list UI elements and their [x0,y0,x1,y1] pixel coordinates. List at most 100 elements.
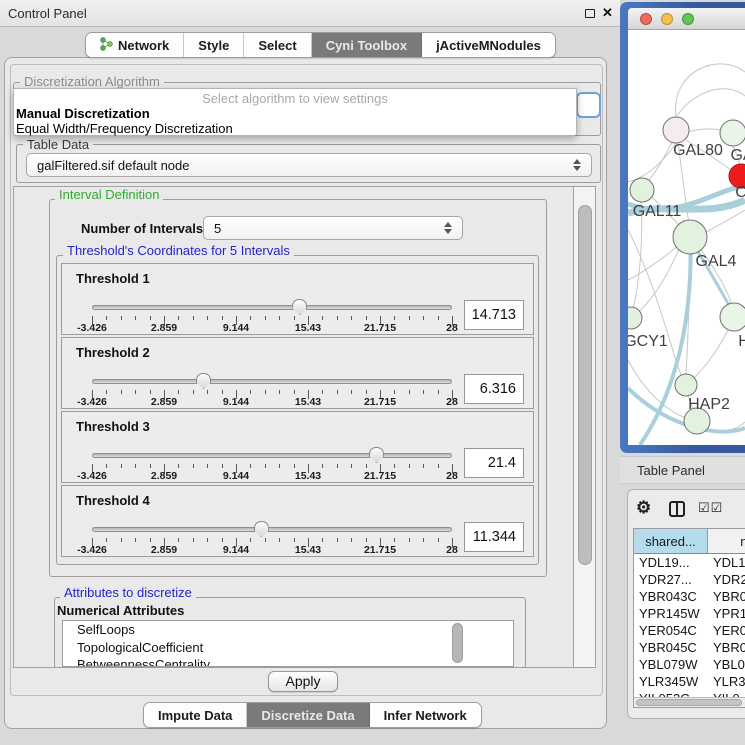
table-row[interactable]: YER054CYER0 [634,622,745,639]
slider-tick [322,316,323,320]
bottom-tab-label: Infer Network [384,708,467,723]
slider-tick-label: 28 [446,470,458,482]
table-row[interactable]: YPR145WYPR1 [634,605,745,622]
table-row[interactable]: YBR043CYBR0 [634,588,745,605]
bottom-tab-infer-network[interactable]: Infer Network [370,703,481,727]
slider-tick [351,538,352,542]
threshold-slider-thumb[interactable] [292,299,307,315]
vertical-scrollbar-thumb[interactable] [578,205,592,565]
close-icon[interactable]: ✕ [602,5,613,21]
network-edge[interactable] [646,142,672,183]
table-column-header[interactable]: na [708,529,745,553]
slider-tick [178,316,179,320]
mac-minimize-icon[interactable] [661,13,673,25]
slider-tick [135,538,136,542]
slider-tick [337,316,338,320]
network-node[interactable] [673,220,707,254]
table-row[interactable]: YDR27...YDR2 [634,571,745,588]
table-header-row: shared...na [634,529,745,554]
tab-select[interactable]: Select [244,33,311,57]
table-cell: YLR3 [708,673,745,690]
number-of-intervals-combobox[interactable]: 5 [203,216,463,240]
algorithm-dropdown-popup: Select algorithm to view settings Manual… [13,88,577,136]
network-canvas[interactable]: GAL80GACGAL11GAL4GCY1HHAP2 [628,30,745,445]
slider-tick-label: 15.43 [295,396,321,408]
gear-icon[interactable]: ⚙ [636,498,651,518]
table-row[interactable]: YBL079WYBL0 [634,656,745,673]
tab-network[interactable]: Network [86,33,184,57]
mac-zoom-icon[interactable] [682,13,694,25]
threshold-slider-track[interactable] [92,305,452,310]
table-row[interactable]: YBR045CYBR0 [634,639,745,656]
table-cell: YBR0 [708,639,745,656]
network-icon [100,37,113,54]
horizontal-scrollbar-thumb[interactable] [636,699,742,706]
settings-scrollpane: Interval Definition Number of Intervals … [13,186,596,668]
numerical-attributes-list: SelfLoopsTopologicalCoefficientBetweenne… [62,620,514,667]
slider-tick [222,538,223,542]
slider-tick-label: 2.859 [151,544,177,556]
apply-button[interactable]: Apply [268,671,338,692]
table-row[interactable]: YLR345WYLR3 [634,673,745,690]
algorithm-item-equal-width[interactable]: Equal Width/Frequency Discretization [16,121,233,136]
threshold-value-field[interactable]: 6.316 [464,374,524,404]
slider-tick [337,464,338,468]
tab-style[interactable]: Style [184,33,244,57]
slider-tick [265,316,266,320]
network-node[interactable] [720,120,745,146]
algorithm-placeholder-item[interactable]: Select algorithm to view settings [14,91,576,106]
tab-label: Select [258,38,296,53]
table-cell: YDR2 [708,571,745,588]
attributes-list-scrollbar-thumb[interactable] [452,623,463,663]
float-window-icon[interactable] [585,9,595,18]
slider-tick [150,316,151,320]
table-data-combobox[interactable]: galFiltered.sif default node [26,153,592,177]
bottom-tab-impute-data[interactable]: Impute Data [144,703,247,727]
algorithm-item-manual[interactable]: Manual Discretization [16,106,150,121]
threshold-value-field[interactable]: 14.713 [464,300,524,330]
column-split-icon[interactable] [669,501,685,517]
network-edge[interactable] [704,210,745,233]
slider-tick [207,464,208,468]
threshold-value-field[interactable]: 21.4 [464,448,524,478]
slider-tick [121,316,122,320]
vertical-scrollbar[interactable] [573,187,595,667]
table-cell: YBR0 [708,588,745,605]
bottom-tab-discretize-data[interactable]: Discretize Data [247,703,369,727]
slider-tick-label: 2.859 [151,322,177,334]
network-node[interactable] [720,303,745,331]
slider-tick [279,390,280,394]
network-node[interactable] [630,178,654,202]
attribute-list-item[interactable]: TopologicalCoefficient [63,639,513,657]
slider-tick [351,316,352,320]
control-panel-title: Control Panel [8,6,87,21]
table-row[interactable]: YDL19...YDL1 [634,554,745,571]
horizontal-scrollbar[interactable] [634,697,745,707]
threshold-slider-track[interactable] [92,453,452,458]
threshold-slider-thumb[interactable] [369,447,384,463]
algorithm-combobox[interactable] [576,92,601,118]
network-edge[interactable] [692,328,729,380]
slider-tick [423,538,424,542]
tab-cyni-toolbox[interactable]: Cyni Toolbox [312,33,422,57]
table-column-header[interactable]: shared... [634,529,708,553]
tab-jactivemnodules[interactable]: jActiveMNodules [422,33,555,57]
network-edge[interactable] [628,230,682,377]
slider-tick [438,464,439,468]
attribute-list-item[interactable]: SelfLoops [63,621,513,639]
threshold-slider-track[interactable] [92,379,452,384]
slider-tick [106,538,107,542]
network-node[interactable] [663,117,689,143]
threshold-slider-thumb[interactable] [254,521,269,537]
network-node[interactable] [675,374,697,396]
threshold-slider-thumb[interactable] [196,373,211,389]
checkbox-icons[interactable]: ☑☑ [698,500,723,516]
attribute-list-item[interactable]: BetweennessCentrality [63,656,513,667]
network-edge[interactable] [676,89,745,117]
network-edge[interactable] [628,246,678,280]
threshold-value-field[interactable]: 11.344 [464,522,524,552]
slider-tick [337,538,338,542]
threshold-slider-track[interactable] [92,527,452,532]
mac-close-icon[interactable] [640,13,652,25]
table-cell: YBR045C [634,639,708,656]
